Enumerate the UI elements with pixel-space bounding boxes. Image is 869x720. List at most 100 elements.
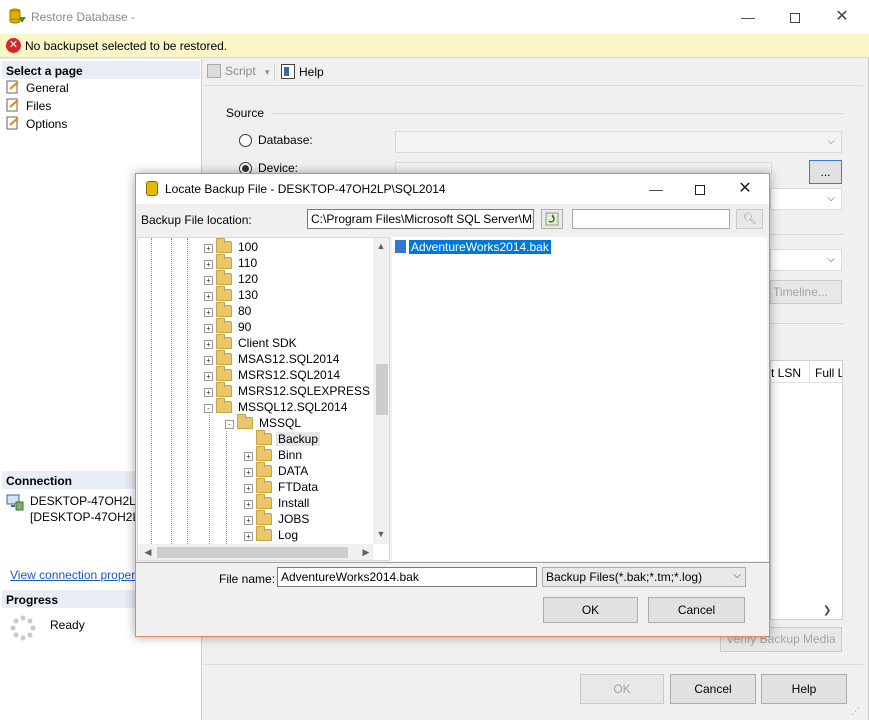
grid-header-full-lsn[interactable]: Full LS [815,366,842,380]
refresh-button[interactable] [541,209,563,229]
expand-icon[interactable]: + [244,468,253,477]
tree-horizontal-scrollbar[interactable]: ◀ ▶ [138,544,374,560]
expand-icon[interactable]: + [244,484,253,493]
file-type-select[interactable]: Backup Files(*.bak;*.tm;*.log) ⌵ [542,567,746,587]
tree-node[interactable]: - MSSQL12.SQL2014 [204,398,349,416]
tree-node-label: MSAS12.SQL2014 [238,352,340,366]
help-icon [281,64,295,79]
scroll-left-icon[interactable]: ◀ [140,547,156,558]
scroll-right-icon[interactable]: ❯ [823,605,831,616]
folder-icon [216,366,232,381]
chevron-down-icon: ⌵ [827,136,835,147]
grid-header-first-lsn[interactable]: t LSN [771,366,801,380]
folder-icon [256,526,272,541]
restore-to-combo[interactable]: ⌵ [770,249,842,271]
tree-vertical-scrollbar[interactable]: ▲ ▼ [373,238,389,544]
close-button[interactable]: ✕ [819,0,865,34]
expand-icon[interactable]: + [244,532,253,541]
tree-node[interactable]: +120 [204,270,260,288]
scroll-down-icon[interactable]: ▼ [373,529,389,539]
expand-icon[interactable]: + [204,260,213,269]
dialog-ok-button[interactable]: OK [543,597,638,623]
dialog-close-button[interactable]: ✕ [722,172,768,206]
help-button[interactable]: Help [761,674,847,704]
tree-node[interactable]: + MSRS12.SQLEXPRESS [204,382,372,400]
tree-node[interactable]: +130 [204,286,260,304]
minimize-icon: — [649,181,663,197]
scroll-up-icon[interactable]: ▲ [373,241,389,251]
timeline-button[interactable]: Timeline... [770,280,842,304]
locate-backup-file-dialog: Locate Backup File - DESKTOP-47OH2LP\SQL… [135,173,770,637]
dialog-maximize-button[interactable] [677,172,723,206]
expand-icon[interactable]: + [204,388,213,397]
file-item[interactable]: AdventureWorks2014.bak [395,240,551,254]
tree-node-label: 120 [238,272,259,286]
tree-node[interactable]: +90 [204,318,253,336]
view-connection-properties-link[interactable]: View connection properties [10,568,154,582]
page-item-options[interactable]: Options [6,116,67,134]
window-title: Restore Database - [31,10,136,24]
tree-node[interactable]: +100 [204,238,260,256]
database-option-label: Database: [258,133,313,147]
database-combo[interactable]: ⌵ [395,131,842,153]
expand-icon[interactable]: + [204,276,213,285]
folder-icon [216,334,232,349]
resize-grip-icon[interactable]: ⋰ [851,706,865,718]
folder-icon [216,318,232,333]
tree-guide-line [226,431,227,544]
tree-node-label: 90 [238,320,252,334]
file-name-input[interactable]: AdventureWorks2014.bak [277,567,537,587]
backup-sets-grid[interactable]: t LSN Full LS ❯ [770,360,843,620]
ok-button[interactable]: OK [580,674,664,704]
browse-device-button[interactable]: ... [809,160,842,184]
tree-node[interactable]: +110 [204,254,259,272]
maximize-button[interactable] [772,0,818,34]
file-list[interactable]: AdventureWorks2014.bak [392,237,767,561]
tree-node[interactable]: + Install [244,494,311,512]
dialog-cancel-button[interactable]: Cancel [648,597,745,623]
page-item-files[interactable]: Files [6,98,51,116]
tree-scroll-thumb[interactable] [376,364,388,415]
tree-node[interactable]: + Log [244,526,300,544]
tree-node[interactable]: + JOBS [244,510,311,528]
page-item-label: Files [26,99,52,113]
expand-icon[interactable]: + [244,516,253,525]
script-button[interactable]: Script ▾ [207,64,270,78]
location-input[interactable]: C:\Program Files\Microsoft SQL Server\MS… [307,209,534,229]
server-connection-icon [6,494,24,511]
cancel-button[interactable]: Cancel [670,674,756,704]
dialog-minimize-button[interactable]: — [633,172,679,206]
expand-icon[interactable]: + [204,356,213,365]
collapse-icon[interactable]: - [225,420,234,429]
tree-node[interactable]: + Binn [244,446,304,464]
tree-node[interactable]: +80 [204,302,253,320]
tree-node-label: MSSQL12.SQL2014 [238,400,348,414]
database-select-combo[interactable]: ⌵ [770,188,842,210]
help-button-toolbar[interactable]: Help [281,64,324,79]
expand-icon[interactable]: + [204,292,213,301]
tree-guide-line [209,415,210,544]
scroll-right-icon[interactable]: ▶ [358,547,374,558]
expand-icon[interactable]: + [204,324,213,333]
connection-server-sub: [DESKTOP-47OH2LP [30,510,136,524]
expand-icon[interactable]: + [244,500,253,509]
database-radio[interactable] [239,134,252,147]
expand-icon[interactable]: + [204,340,213,349]
page-item-label: Options [26,117,68,131]
search-button[interactable]: 🔍︎ [736,209,763,229]
expand-icon[interactable]: + [204,372,213,381]
minimize-button[interactable]: — [725,0,771,34]
search-input[interactable] [572,209,730,229]
folder-icon [216,350,232,365]
expand-icon[interactable]: + [204,244,213,253]
tree-node[interactable]: + DATA [244,462,310,480]
folder-icon [256,430,272,445]
page-item-general[interactable]: General [6,80,69,98]
maximize-icon [695,185,705,195]
collapse-icon[interactable]: - [204,404,213,413]
expand-icon[interactable]: + [204,308,213,317]
folder-tree[interactable]: +100 +110 +120 +130 +80 +90 + Client SDK + MSAS12… [137,237,390,561]
expand-icon[interactable]: + [244,452,253,461]
tree-hscroll-thumb[interactable] [157,547,348,558]
folder-icon [256,510,272,525]
